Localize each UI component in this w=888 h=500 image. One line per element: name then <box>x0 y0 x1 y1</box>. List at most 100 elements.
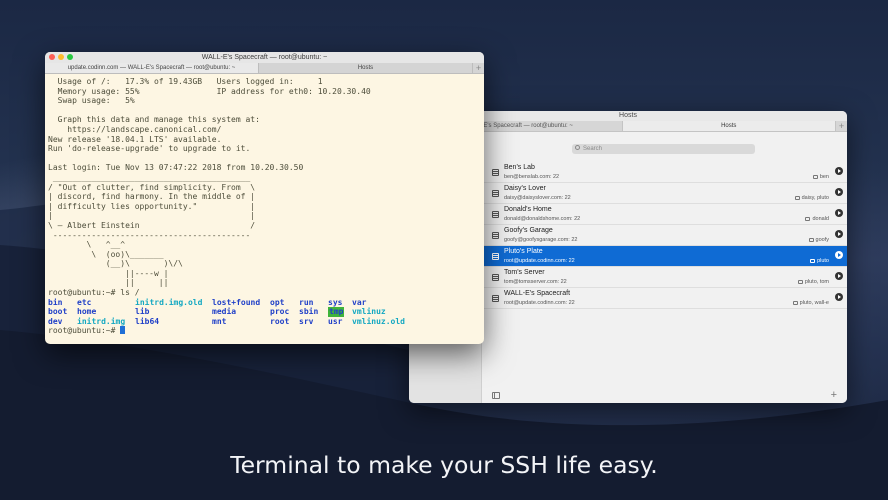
terminal-line: Run 'do-release-upgrade' to upgrade to i… <box>48 144 251 154</box>
new-tab-button[interactable]: + <box>473 63 484 73</box>
new-tab-button[interactable]: + <box>836 121 847 131</box>
host-tags: daisy, pluto <box>794 195 829 201</box>
host-name: Donald's Home <box>504 206 552 213</box>
terminal-line: ________________________________________… <box>48 172 251 182</box>
terminal-line: | discord, find harmony. In the middle o… <box>48 192 256 202</box>
search-input[interactable]: Search <box>572 144 755 154</box>
host-address: donald@donaldshome.com: 22 <box>504 216 581 222</box>
ls-entry: root <box>270 316 290 326</box>
host-tags: pluto <box>810 258 829 264</box>
terminal-line: || || <box>48 278 169 288</box>
tab-ssh-session[interactable]: update.codinn.com — WALL-E's Spacecraft … <box>45 63 259 73</box>
terminal-output[interactable]: Usage of /: 17.3% of 19.43GB Users logge… <box>48 77 482 342</box>
host-tags-text: pluto, wall-e <box>799 300 829 306</box>
hosts-main: Search Ben's Lab ben@benslab.com: 22 ben Da… <box>482 132 847 403</box>
host-row[interactable]: Goofy's Garage goofy@goofysgarage.com: 22… <box>484 225 847 246</box>
ls-entry: lib64 <box>135 316 160 326</box>
server-icon <box>492 211 499 218</box>
host-tags: ben <box>812 174 829 180</box>
tag-icon <box>797 279 803 284</box>
tag-icon <box>805 216 811 221</box>
host-row[interactable]: Pluto's Plate root@update.codinn.com: 22 p… <box>484 246 847 267</box>
connect-icon[interactable] <box>835 251 843 259</box>
host-address: root@update.codinn.com: 22 <box>504 258 575 264</box>
ls-entry: home <box>77 307 97 317</box>
host-row[interactable]: WALL-E's Spacecraft root@update.codinn.co… <box>484 288 847 309</box>
host-tags-text: pluto, tom <box>804 279 829 285</box>
connect-icon[interactable] <box>835 209 843 217</box>
host-tags: pluto, wall-e <box>792 300 829 306</box>
terminal-line: / "Out of clutter, find simplicity. From… <box>48 182 256 192</box>
prompt-line[interactable]: root@ubuntu:~# <box>48 326 482 336</box>
ls-entry: mnt <box>212 316 227 326</box>
host-list: Ben's Lab ben@benslab.com: 22 ben Daisy's L… <box>484 162 847 309</box>
terminal-line: (__)\ )\/\ <box>48 259 183 269</box>
terminal-line: Swap usage: 5% <box>48 96 135 106</box>
close-window-button[interactable] <box>49 54 55 60</box>
connect-icon[interactable] <box>835 293 843 301</box>
connect-icon[interactable] <box>835 188 843 196</box>
zoom-window-button[interactable] <box>67 54 73 60</box>
tag-icon <box>810 258 816 263</box>
host-tags: donald <box>805 216 829 222</box>
terminal-line: \ — Albert Einstein / <box>48 220 256 230</box>
connect-icon[interactable] <box>835 167 843 175</box>
host-name: Daisy's Lover <box>504 185 546 192</box>
add-host-button[interactable]: + <box>831 389 837 401</box>
terminal-line: Usage of /: 17.3% of 19.43GB Users logge… <box>48 77 323 86</box>
ls-entry: proc <box>270 307 290 317</box>
ls-output: bin etc initrd.img.old lost+found opt run sys v… <box>48 298 482 327</box>
host-address: goofy@goofysgarage.com: 22 <box>504 237 578 243</box>
connect-icon[interactable] <box>835 230 843 238</box>
ls-entry: sbin <box>299 307 319 317</box>
tag-icon <box>808 237 814 242</box>
terminal-line: Graph this data and manage this system a… <box>48 115 260 125</box>
toggle-sidebar-icon[interactable] <box>492 392 500 399</box>
server-icon <box>492 169 499 176</box>
tab-hosts[interactable]: Hosts <box>259 63 473 73</box>
terminal-titlebar: WALL-E's Spacecraft — root@ubuntu: ~ <box>45 52 484 63</box>
host-row[interactable]: Donald's Home donald@donaldshome.com: 22 d… <box>484 204 847 225</box>
host-address: ben@benslab.com: 22 <box>504 174 560 180</box>
host-address: daisy@daisyslover.com: 22 <box>504 195 571 201</box>
terminal-tab-bar: update.codinn.com — WALL-E's Spacecraft … <box>45 63 484 74</box>
server-icon <box>492 190 499 197</box>
ls-entry: bin <box>48 297 63 307</box>
server-icon <box>492 295 499 302</box>
terminal-line: Last login: Tue Nov 13 07:47:22 2018 fro… <box>48 163 304 173</box>
shell-prompt: root@ubuntu:~# <box>48 326 121 336</box>
host-row[interactable]: Ben's Lab ben@benslab.com: 22 ben <box>484 162 847 183</box>
ls-entry: media <box>212 307 237 317</box>
ls-entry: sys <box>328 297 343 307</box>
connect-icon[interactable] <box>835 272 843 280</box>
host-name: WALL-E's Spacecraft <box>504 290 571 297</box>
host-tags-text: ben <box>819 174 829 180</box>
tag-icon <box>792 300 798 305</box>
terminal-line: \ ^__^ <box>48 240 126 250</box>
terminal-line: | | <box>48 211 256 221</box>
ls-entry: initrd.img.old <box>135 297 203 307</box>
ls-entry: initrd.img <box>77 316 126 326</box>
ls-entry: lib <box>135 307 150 317</box>
minimize-window-button[interactable] <box>58 54 64 60</box>
terminal-window-title: WALL-E's Spacecraft — root@ubuntu: ~ <box>201 54 328 61</box>
ls-entry: dev <box>48 316 63 326</box>
host-row[interactable]: Tom's Server tom@tomsserver.com: 22 pluto,… <box>484 267 847 288</box>
host-name: Goofy's Garage <box>504 227 553 234</box>
ls-entry: run <box>299 297 314 307</box>
ls-entry: vmlinuz <box>352 307 386 317</box>
ls-entry: var <box>352 297 367 307</box>
terminal-line: https://landscape.canonical.com/ <box>48 124 222 134</box>
host-tags-text: donald <box>812 216 829 222</box>
terminal-line: Memory usage: 55% IP address for eth0: 1… <box>48 86 371 96</box>
host-tags-text: pluto <box>817 258 829 264</box>
terminal-line: ||----w | <box>48 268 169 278</box>
ls-entry: srv <box>299 316 314 326</box>
server-icon <box>492 274 499 281</box>
host-name: Pluto's Plate <box>504 248 543 255</box>
host-tags-text: goofy <box>815 237 829 243</box>
tab-hosts[interactable]: Hosts <box>622 121 836 131</box>
host-row[interactable]: Daisy's Lover daisy@daisyslover.com: 22 da… <box>484 183 847 204</box>
